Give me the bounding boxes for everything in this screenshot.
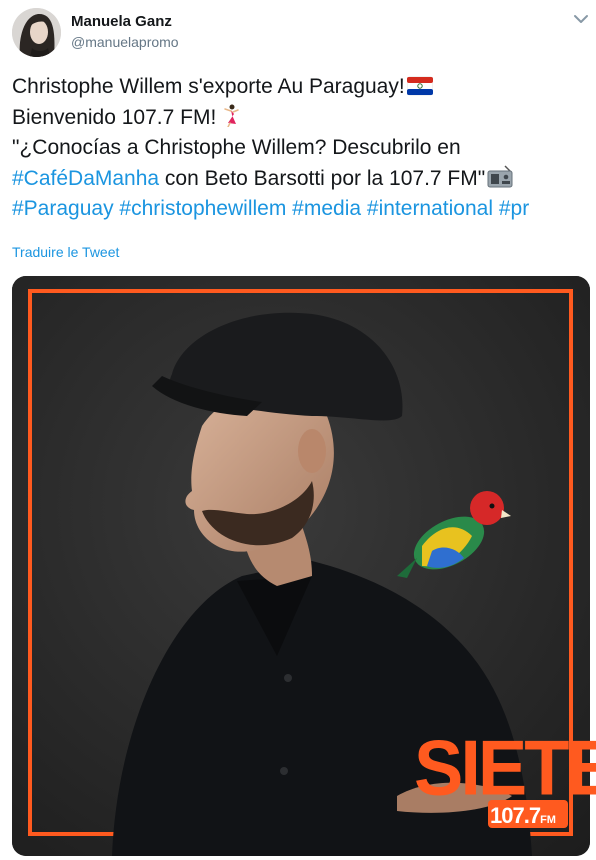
hashtag-link[interactable]: #pr <box>499 197 529 220</box>
author-name[interactable]: Manuela Ganz <box>71 13 172 30</box>
translate-tweet-link[interactable]: Traduire le Tweet <box>12 244 119 260</box>
hashtag-link[interactable]: #international <box>367 197 493 220</box>
hashtag-link[interactable]: #CaféDaManha <box>12 167 159 190</box>
tweet-line-2-text: Bienvenido 107.7 FM! <box>12 105 217 129</box>
logo-frequency-unit: FM <box>540 814 556 826</box>
chevron-down-icon[interactable] <box>572 12 590 26</box>
tweet-line-1: Christophe Willem s'exporte Au Paraguay! <box>12 72 592 103</box>
paraguay-flag-icon <box>406 75 433 106</box>
author-handle[interactable]: @manuelapromo <box>71 34 179 50</box>
tweet-line-2: Bienvenido 107.7 FM! <box>12 103 592 134</box>
hashtag-link[interactable]: #media <box>292 197 361 220</box>
tweet-card: Manuela Ganz @manuelapromo Christophe Wi… <box>0 0 596 860</box>
logo-siete: SIETE <box>414 724 596 812</box>
tweet-line-3: "¿Conocías a Christophe Willem? Descubri… <box>12 136 461 159</box>
logo-frequency: 107.7FM <box>490 803 556 829</box>
radio-icon <box>487 164 513 198</box>
tweet-line-4-text: con Beto Barsotti por la 107.7 FM" <box>159 166 486 190</box>
logo-frequency-value: 107.7 <box>490 803 541 828</box>
hashtag-link[interactable]: #Paraguay <box>12 197 114 220</box>
tweet-text: Christophe Willem s'exporte Au Paraguay!… <box>12 72 592 225</box>
tweet-line-1-text: Christophe Willem s'exporte Au Paraguay! <box>12 75 405 98</box>
hashtag-link[interactable]: #christophewillem <box>119 197 286 220</box>
tweet-hashtags: #Paraguay #christophewillem #media #inte… <box>12 194 592 225</box>
avatar[interactable] <box>12 8 61 57</box>
dancer-icon <box>218 103 242 137</box>
tweet-line-4: #CaféDaManha con Beto Barsotti por la 10… <box>12 164 592 195</box>
